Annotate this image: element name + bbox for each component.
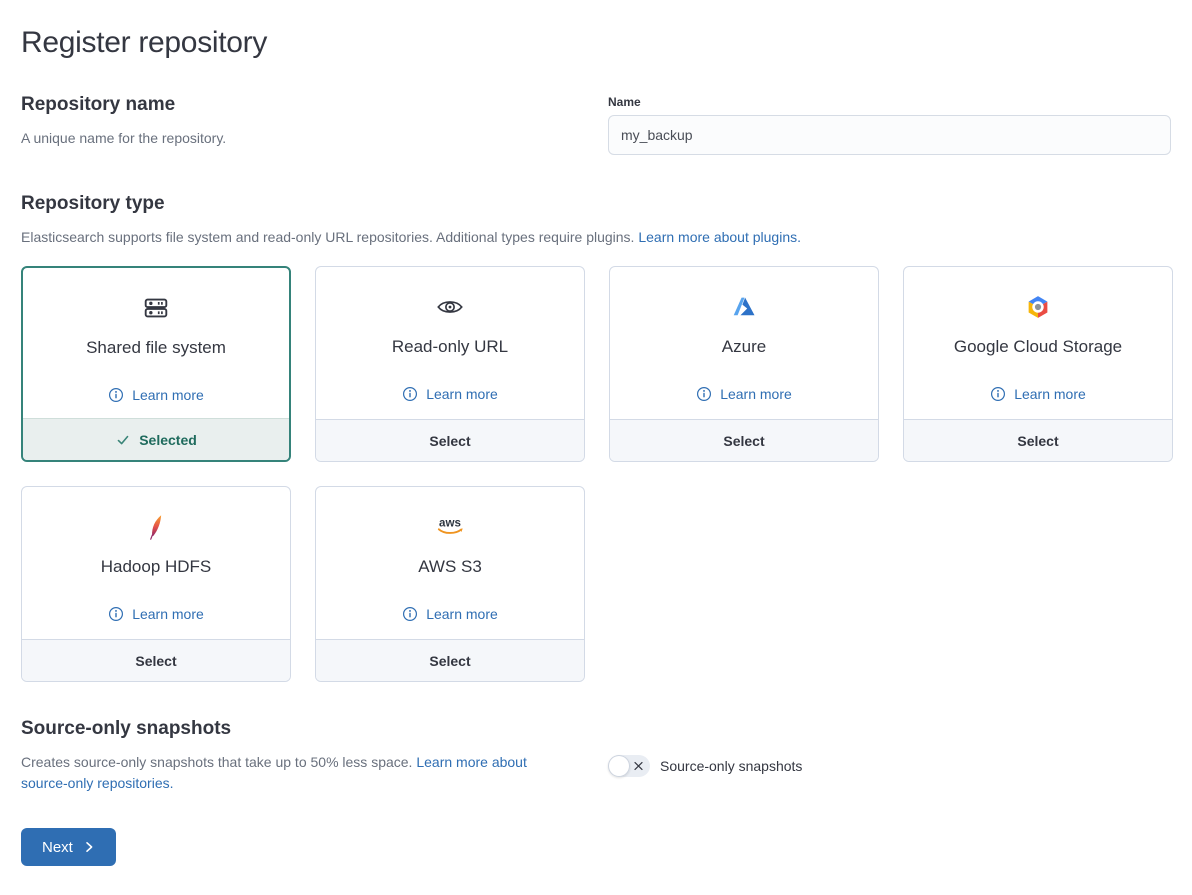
repository-name-input[interactable] <box>608 115 1171 155</box>
repository-name-form-column: Name <box>608 94 1171 155</box>
page-title: Register repository <box>21 26 1171 60</box>
card-azure[interactable]: Azure Learn more Select <box>609 266 879 462</box>
learn-more-label: Learn more <box>426 606 498 622</box>
source-only-toggle-column: Source-only snapshots <box>608 718 1171 794</box>
learn-more-link[interactable]: Learn more <box>402 606 498 622</box>
card-aws-s3[interactable]: aws AWS S3 <box>315 486 585 682</box>
toggle-thumb <box>608 755 630 777</box>
learn-more-link[interactable]: Learn more <box>696 386 792 402</box>
repository-name-heading: Repository name <box>21 94 584 116</box>
learn-more-label: Learn more <box>132 606 204 622</box>
chevron-right-icon <box>83 841 95 853</box>
check-icon <box>115 432 131 448</box>
learn-more-link[interactable]: Learn more <box>402 386 498 402</box>
repository-type-description: Elasticsearch supports file system and r… <box>21 227 1121 248</box>
repository-type-heading: Repository type <box>21 193 1171 215</box>
source-only-description-column: Source-only snapshots Creates source-onl… <box>21 718 584 794</box>
card-body: Azure Learn more <box>610 267 878 419</box>
azure-logo-icon <box>729 290 759 324</box>
source-only-section: Source-only snapshots Creates source-onl… <box>21 718 1171 794</box>
card-footer-label: Select <box>1017 433 1058 449</box>
info-icon <box>990 386 1006 402</box>
card-google-cloud-storage[interactable]: Google Cloud Storage Learn more <box>903 266 1173 462</box>
repository-type-description-text: Elasticsearch supports file system and r… <box>21 229 638 245</box>
repository-name-description-column: Repository name A unique name for the re… <box>21 94 584 155</box>
learn-more-label: Learn more <box>426 386 498 402</box>
card-footer-select[interactable]: Select <box>904 419 1172 461</box>
learn-more-link[interactable]: Learn more <box>108 606 204 622</box>
register-repository-page: Register repository Repository name A un… <box>0 0 1192 866</box>
learn-more-label: Learn more <box>1014 386 1086 402</box>
eye-icon <box>435 290 465 324</box>
card-footer-selected[interactable]: Selected <box>23 418 289 460</box>
source-only-description-text: Creates source-only snapshots that take … <box>21 754 416 770</box>
learn-more-label: Learn more <box>720 386 792 402</box>
card-body: Google Cloud Storage Learn more <box>904 267 1172 419</box>
info-icon <box>696 386 712 402</box>
repository-name-description: A unique name for the repository. <box>21 128 566 149</box>
card-body: Hadoop HDFS Learn more <box>22 487 290 639</box>
card-footer-select[interactable]: Select <box>610 419 878 461</box>
learn-more-label: Learn more <box>132 387 204 403</box>
svg-text:aws: aws <box>439 516 461 529</box>
apache-feather-icon <box>141 510 171 544</box>
info-icon <box>402 606 418 622</box>
card-hadoop-hdfs[interactable]: Hadoop HDFS Learn more Select <box>21 486 291 682</box>
source-only-toggle-label: Source-only snapshots <box>660 758 802 774</box>
source-only-toggle-row: Source-only snapshots <box>608 755 1171 777</box>
info-icon <box>402 386 418 402</box>
google-cloud-logo-icon <box>1023 290 1053 324</box>
aws-logo-icon: aws <box>432 510 468 544</box>
card-footer-select[interactable]: Select <box>316 639 584 681</box>
card-body: aws AWS S3 <box>316 487 584 639</box>
card-footer-select[interactable]: Select <box>22 639 290 681</box>
card-shared-file-system[interactable]: Shared file system Learn more <box>21 266 291 462</box>
source-only-description: Creates source-only snapshots that take … <box>21 752 558 794</box>
card-title: Hadoop HDFS <box>101 557 212 577</box>
info-icon <box>108 606 124 622</box>
card-footer-label: Select <box>723 433 764 449</box>
learn-more-link[interactable]: Learn more <box>108 387 204 403</box>
source-only-heading: Source-only snapshots <box>21 718 584 740</box>
card-footer-label: Select <box>135 653 176 669</box>
card-footer-label: Select <box>429 653 470 669</box>
storage-icon <box>141 291 171 325</box>
card-body: Shared file system Learn more <box>23 268 289 418</box>
card-title: Shared file system <box>86 338 226 358</box>
repository-name-section: Repository name A unique name for the re… <box>21 94 1171 155</box>
card-title: AWS S3 <box>418 557 482 577</box>
repository-type-section: Repository type Elasticsearch supports f… <box>21 193 1171 682</box>
card-title: Azure <box>722 337 766 357</box>
info-icon <box>108 387 124 403</box>
card-footer-label: Select <box>429 433 470 449</box>
card-title: Google Cloud Storage <box>954 337 1122 357</box>
card-footer-select[interactable]: Select <box>316 419 584 461</box>
cross-icon <box>633 761 644 772</box>
card-footer-label: Selected <box>139 432 197 448</box>
card-read-only-url[interactable]: Read-only URL Learn more Select <box>315 266 585 462</box>
next-button-label: Next <box>42 839 73 856</box>
repository-type-cards: Shared file system Learn more <box>21 266 1171 682</box>
source-only-toggle[interactable] <box>608 755 650 777</box>
learn-more-link[interactable]: Learn more <box>990 386 1086 402</box>
learn-more-about-plugins-link[interactable]: Learn more about plugins. <box>638 229 801 245</box>
card-title: Read-only URL <box>392 337 508 357</box>
card-body: Read-only URL Learn more <box>316 267 584 419</box>
name-field-label: Name <box>608 95 1171 109</box>
next-button[interactable]: Next <box>21 828 116 866</box>
